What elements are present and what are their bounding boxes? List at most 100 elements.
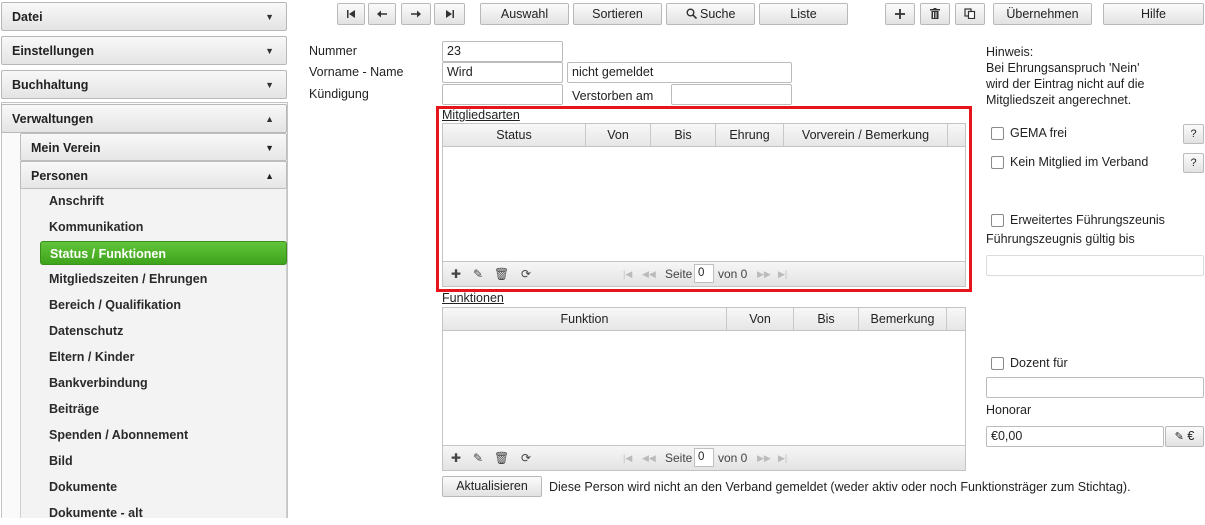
chevron-down-icon: ▼: [265, 46, 274, 56]
fuehrungszeugnis-checkbox[interactable]: [991, 214, 1004, 227]
hinweis-line: Mitgliedszeit angerechnet.: [986, 93, 1132, 107]
aktualisieren-button[interactable]: Aktualisieren: [442, 476, 542, 497]
arrow-right-icon: [411, 10, 421, 18]
dozent-checkbox[interactable]: [991, 357, 1004, 370]
hinweis-line: Bei Ehrungsanspruch 'Nein': [986, 61, 1140, 75]
sidebar-section-label: Buchhaltung: [12, 78, 89, 92]
sidebar-item-dokumente[interactable]: Dokumente: [40, 475, 287, 499]
page-input[interactable]: 0: [694, 448, 714, 467]
last-record-icon: [445, 10, 454, 18]
chevron-down-icon: ▼: [265, 12, 274, 22]
sidebar-section-buchhaltung[interactable]: Buchhaltung ▼: [1, 70, 287, 99]
trash-icon[interactable]: 🗑: [494, 446, 509, 470]
add-row-icon[interactable]: ✚: [451, 446, 461, 470]
first-page-icon[interactable]: |◀: [623, 446, 632, 470]
sidebar-item-anschrift[interactable]: Anschrift: [40, 189, 287, 213]
sidebar-item-dokumente-alt[interactable]: Dokumente - alt: [40, 501, 287, 525]
sidebar-item-eltern-kinder[interactable]: Eltern / Kinder: [40, 345, 287, 369]
kuendigung-label: Kündigung: [309, 87, 369, 101]
highlight-box: [436, 106, 972, 292]
next-record-button[interactable]: [401, 3, 431, 25]
next-page-icon[interactable]: ▶▶: [757, 446, 771, 470]
add-button[interactable]: [885, 3, 915, 25]
sidebar-item-beitraege[interactable]: Beiträge: [40, 397, 287, 421]
sidebar-sub-personen[interactable]: Personen ▲: [20, 161, 287, 189]
sidebar-section-label: Verwaltungen: [12, 112, 94, 126]
edit-icon[interactable]: ✎: [473, 446, 483, 470]
honorar-label: Honorar: [986, 403, 1032, 417]
refresh-icon[interactable]: ⟳: [521, 446, 531, 470]
sidebar-item-spenden[interactable]: Spenden / Abonnement: [40, 423, 287, 447]
last-record-button[interactable]: [434, 3, 465, 25]
vorname-name-label: Vorname - Name: [309, 65, 404, 79]
prev-page-icon[interactable]: ◀◀: [642, 446, 656, 470]
delete-button[interactable]: [920, 3, 950, 25]
sidebar-item-datenschutz[interactable]: Datenschutz: [40, 319, 287, 343]
suche-button[interactable]: Suche: [666, 3, 755, 25]
sidebar-item-bankverbindung[interactable]: Bankverbindung: [40, 371, 287, 395]
sidebar-section-datei[interactable]: Datei ▼: [1, 2, 287, 31]
chevron-down-icon: ▼: [265, 143, 274, 153]
hilfe-button[interactable]: Hilfe: [1103, 3, 1204, 25]
column-header-bis[interactable]: Bis: [794, 308, 859, 330]
status-message: Diese Person wird nicht an den Verband g…: [549, 480, 1131, 494]
chevron-up-icon: ▲: [265, 114, 274, 124]
kuendigung-field[interactable]: [442, 84, 563, 105]
sidebar-section-label: Einstellungen: [12, 44, 94, 58]
previous-record-button[interactable]: [368, 3, 396, 25]
sidebar-item-status-funktionen[interactable]: Status / Funktionen: [40, 241, 287, 265]
column-header-bemerkung[interactable]: Bemerkung: [859, 308, 947, 330]
verstorben-field[interactable]: [671, 84, 792, 105]
chevron-up-icon: ▲: [265, 171, 274, 181]
seite-label: Seite: [665, 451, 693, 465]
sidebar-item-bereich[interactable]: Bereich / Qualifikation: [40, 293, 287, 317]
hinweis-line: wird der Eintrag nicht auf die: [986, 77, 1145, 91]
kein-mitglied-help-button[interactable]: ?: [1183, 153, 1204, 173]
funktionen-table: Funktion Von Bis Bemerkung ✚ ✎ 🗑 ⟳ |◀ ◀◀…: [442, 307, 966, 471]
last-page-icon[interactable]: ▶|: [778, 446, 787, 470]
honorar-edit-button[interactable]: ✎ €: [1165, 426, 1204, 447]
hinweis-title: Hinweis:: [986, 45, 1034, 59]
plus-icon: [895, 9, 905, 19]
first-record-icon: [347, 10, 355, 18]
first-record-button[interactable]: [337, 3, 365, 25]
kein-mitglied-label: Kein Mitglied im Verband: [1010, 155, 1149, 169]
trash-icon: [930, 8, 940, 19]
vorname-field[interactable]: Wird: [442, 62, 563, 83]
honorar-field[interactable]: €0,00: [986, 426, 1164, 447]
sidebar-sub-mein-verein[interactable]: Mein Verein ▼: [20, 133, 287, 161]
verstorben-label: Verstorben am: [572, 89, 654, 103]
edit-icon: ✎: [1174, 431, 1184, 443]
sidebar-sub-label: Mein Verein: [31, 141, 101, 155]
table-pager: ✚ ✎ 🗑 ⟳ |◀ ◀◀ Seite 0 von 0 ▶▶ ▶|: [443, 445, 965, 470]
gema-label: GEMA frei: [1010, 126, 1067, 140]
chevron-down-icon: ▼: [265, 80, 274, 90]
copy-icon: [964, 8, 976, 20]
liste-button[interactable]: Liste: [759, 3, 848, 25]
euro-label: €: [1187, 429, 1195, 443]
fuehrungszeugnis-label: Erweitertes Führungszeunis: [1010, 213, 1165, 227]
sidebar-section-einstellungen[interactable]: Einstellungen ▼: [1, 36, 287, 65]
auswahl-button[interactable]: Auswahl: [480, 3, 569, 25]
fuehrungszeugnis-gueltig-label: Führungszeugnis gültig bis: [986, 232, 1135, 246]
name-field[interactable]: nicht gemeldet: [567, 62, 792, 83]
table-header: Funktion Von Bis Bemerkung: [443, 308, 965, 331]
fuehrungszeugnis-gueltig-field[interactable]: [986, 255, 1204, 276]
column-header-funktion[interactable]: Funktion: [443, 308, 727, 330]
column-header-von[interactable]: Von: [727, 308, 794, 330]
funktionen-link[interactable]: Funktionen: [442, 291, 504, 305]
sidebar-item-bild[interactable]: Bild: [40, 449, 287, 473]
sortieren-button[interactable]: Sortieren: [573, 3, 662, 25]
gema-help-button[interactable]: ?: [1183, 124, 1204, 144]
uebernehmen-button[interactable]: Übernehmen: [993, 3, 1092, 25]
sidebar-sub-label: Personen: [31, 169, 88, 183]
kein-mitglied-checkbox[interactable]: [991, 156, 1004, 169]
nummer-field[interactable]: 23: [442, 41, 563, 62]
gema-checkbox[interactable]: [991, 127, 1004, 140]
sidebar-item-kommunikation[interactable]: Kommunikation: [40, 215, 287, 239]
sidebar-section-verwaltungen[interactable]: Verwaltungen ▲: [1, 104, 287, 133]
sidebar-item-mitgliedszeiten[interactable]: Mitgliedszeiten / Ehrungen: [40, 267, 287, 291]
nummer-label: Nummer: [309, 44, 357, 58]
dozent-field[interactable]: [986, 377, 1204, 398]
copy-button[interactable]: [955, 3, 985, 25]
